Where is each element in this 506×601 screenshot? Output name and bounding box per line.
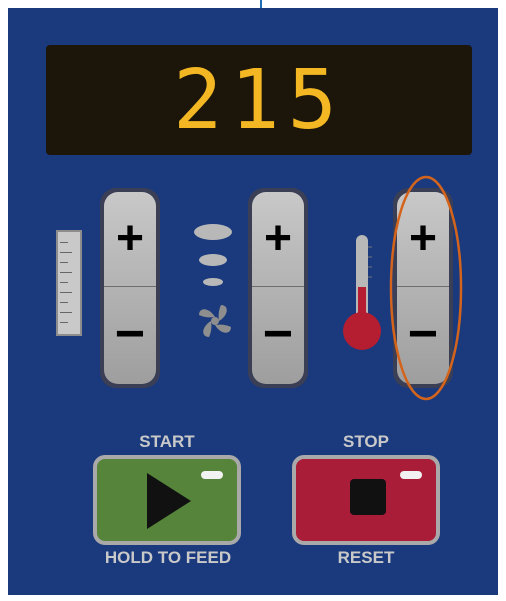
stop-icon (350, 479, 386, 515)
stop-button[interactable] (292, 455, 440, 545)
rocker-divider (252, 286, 304, 287)
fan-rocker: + − (248, 188, 308, 388)
fan-rocker-switch: + − (252, 192, 304, 384)
length-rocker-switch: + − (104, 192, 156, 384)
rocker-divider (104, 286, 156, 287)
fan-decrease-button[interactable]: − (252, 288, 304, 380)
top-bar (0, 0, 506, 8)
stop-label: STOP (343, 432, 389, 451)
display-value: 215 (172, 52, 346, 148)
fan-increase-button[interactable]: + (252, 192, 304, 284)
play-icon (147, 473, 191, 529)
speed-level-low (203, 278, 223, 286)
start-led-indicator (201, 471, 223, 479)
reset-label: RESET (337, 548, 395, 567)
length-increase-button[interactable]: + (104, 192, 156, 284)
start-label: START (139, 432, 195, 451)
stop-led-indicator (400, 471, 422, 479)
start-button[interactable] (93, 455, 241, 545)
temperature-display: 215 (46, 45, 472, 155)
hold-to-feed-label: HOLD TO FEED (104, 548, 232, 567)
control-panel: 215 + − + − + − START HOLD TO FEED STOP … (8, 8, 498, 595)
speed-level-high (194, 224, 232, 240)
speed-level-medium (199, 254, 227, 266)
thermometer-icon (343, 235, 381, 350)
ruler-icon (56, 230, 82, 336)
top-indicator (260, 0, 262, 8)
fan-icon (199, 305, 231, 337)
highlight-ellipse (389, 175, 463, 401)
length-rocker: + − (100, 188, 160, 388)
length-decrease-button[interactable]: − (104, 288, 156, 380)
